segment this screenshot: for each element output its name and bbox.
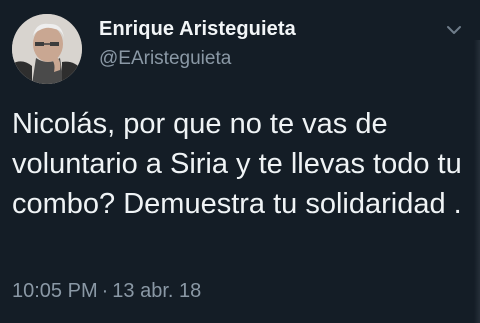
tweet-timestamp[interactable]: 10:05 PM · 13 abr. 18	[12, 280, 201, 303]
tweet-header: Enrique Aristeguieta @EAristeguieta	[12, 10, 468, 84]
tweet-date: 13 abr. 18	[112, 280, 202, 302]
person-portrait-icon	[12, 14, 82, 84]
author-names: Enrique Aristeguieta @EAristeguieta	[99, 18, 296, 70]
tweet-card: Enrique Aristeguieta @EAristeguieta Nico…	[0, 0, 480, 323]
tweet-text: Nicolás, por que no te vas de voluntario…	[12, 108, 462, 220]
author-handle[interactable]: @EAristeguieta	[99, 48, 296, 70]
author-display-name[interactable]: Enrique Aristeguieta	[99, 18, 296, 41]
chevron-down-icon[interactable]	[444, 20, 464, 40]
timestamp-separator: ·	[101, 280, 109, 302]
screen-edge	[474, 40, 480, 323]
avatar[interactable]	[12, 14, 82, 84]
tweet-time: 10:05 PM	[12, 280, 98, 302]
